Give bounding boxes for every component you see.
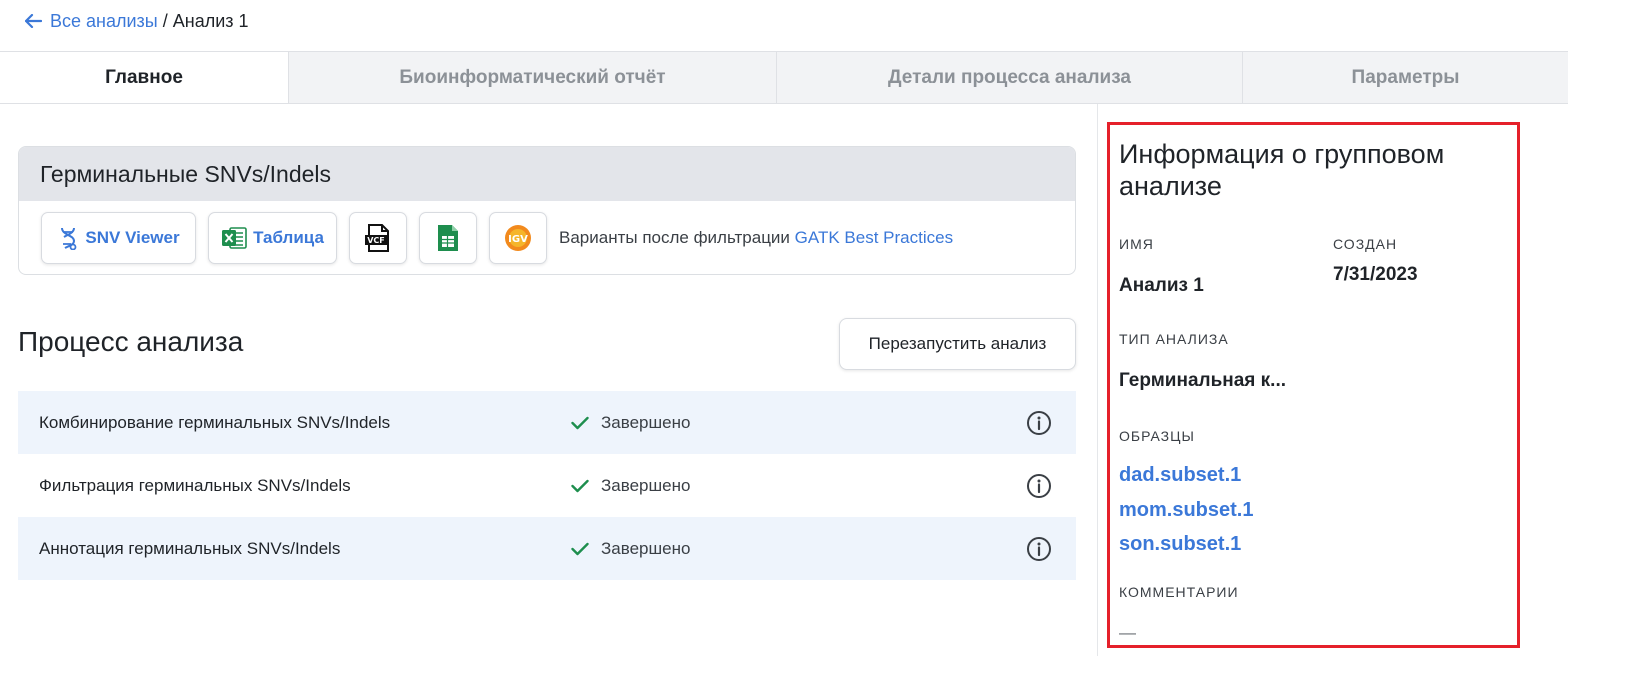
vcf-icon-text: VCF (367, 236, 385, 245)
name-label: Имя (1119, 236, 1154, 252)
step-status: Завершено (571, 476, 690, 496)
breadcrumb-separator: / (162, 10, 168, 31)
name-value: Анализ 1 (1119, 275, 1204, 296)
igv-icon-text: IGV (508, 234, 528, 245)
back-link-label: Все анализы (50, 10, 158, 31)
comments-value: — (1119, 623, 1136, 642)
germline-card-title: Герминальные SNVs/Indels (19, 147, 1075, 201)
dna-icon (61, 227, 77, 250)
back-to-all-analyses-link[interactable]: Все анализы (25, 11, 158, 32)
step-name: Фильтрация герминальных SNVs/Indels (39, 475, 351, 495)
group-analysis-info-panel: Информация о групповом анализе Имя Анали… (1107, 122, 1520, 648)
analysis-type-label: Тип анализа (1119, 331, 1229, 347)
process-title: Процесс анализа (18, 326, 244, 357)
igv-button[interactable]: IGV (489, 212, 547, 264)
sheet-icon (438, 225, 458, 251)
vcf-file-icon: VCF (365, 224, 389, 252)
vcf-download-button[interactable]: VCF (349, 212, 407, 264)
created-label: Создан (1333, 236, 1398, 252)
comments-label: Комментарии (1119, 584, 1239, 600)
info-icon[interactable] (1026, 536, 1052, 562)
germline-card: Герминальные SNVs/Indels SNV Viewer Табл… (18, 146, 1076, 275)
step-status: Завершено (571, 413, 690, 433)
content-divider (1097, 104, 1098, 656)
analysis-type-value: Герминальная к... (1119, 370, 1287, 391)
info-icon[interactable] (1026, 473, 1052, 499)
step-status-label: Завершено (601, 412, 691, 432)
sample-link[interactable]: mom.subset.1 (1119, 499, 1253, 522)
tab-main[interactable]: Главное (0, 52, 288, 103)
check-icon (571, 479, 589, 492)
breadcrumb: Все анализы / Анализ 1 (25, 9, 249, 33)
step-status: Завершено (571, 539, 690, 559)
process-step-row: Аннотация герминальных SNVs/Indels Завер… (18, 517, 1076, 580)
panel-title: Информация о групповом анализе (1119, 139, 1445, 201)
table-button[interactable]: Таблица (208, 212, 337, 264)
sample-link[interactable]: son.subset.1 (1119, 533, 1241, 556)
snv-viewer-label: SNV Viewer (85, 228, 180, 247)
tab-process-details[interactable]: Детали процесса анализа (776, 52, 1242, 103)
created-value: 7/31/2023 (1333, 264, 1418, 285)
tab-bioinformatics-report[interactable]: Биоинформатический отчёт (288, 52, 776, 103)
snv-viewer-button[interactable]: SNV Viewer (41, 212, 196, 264)
step-name: Аннотация герминальных SNVs/Indels (39, 538, 341, 558)
samples-label: Образцы (1119, 428, 1195, 444)
tab-bar: Главное Биоинформатический отчёт Детали … (0, 51, 1568, 104)
check-icon (571, 542, 589, 555)
germline-card-tools: SNV Viewer Таблица VCF IGV Варианты посл… (19, 201, 1075, 264)
breadcrumb-current: Анализ 1 (172, 10, 249, 31)
process-step-row: Фильтрация герминальных SNVs/Indels Заве… (18, 454, 1076, 517)
step-status-label: Завершено (601, 538, 691, 558)
restart-analysis-button[interactable]: Перезапустить анализ (839, 318, 1076, 370)
check-icon (571, 416, 589, 429)
sheet-download-button[interactable] (419, 212, 477, 264)
card-description-text: Варианты после фильтрации (559, 228, 790, 247)
table-label: Таблица (253, 228, 324, 247)
tab-parameters[interactable]: Параметры (1242, 52, 1568, 103)
excel-icon (222, 227, 247, 249)
step-name: Комбинирование герминальных SNVs/Indels (39, 412, 391, 432)
card-description: Варианты после фильтрации GATK Best Prac… (559, 228, 953, 248)
info-icon[interactable] (1026, 410, 1052, 436)
sample-link[interactable]: dad.subset.1 (1119, 464, 1241, 487)
arrow-left-icon (25, 14, 42, 28)
step-status-label: Завершено (601, 475, 691, 495)
gatk-best-practices-link[interactable]: GATK Best Practices (795, 228, 953, 247)
process-step-row: Комбинирование герминальных SNVs/Indels … (18, 391, 1076, 454)
igv-icon: IGV (505, 225, 531, 251)
